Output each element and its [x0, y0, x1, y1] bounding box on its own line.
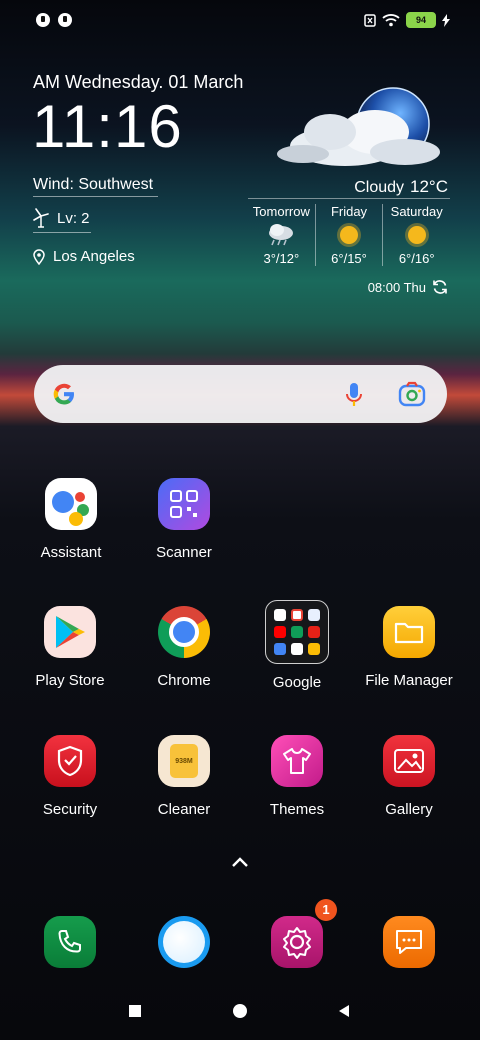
- forecast-day: Saturday 6°/16°: [382, 204, 450, 266]
- location-text: Los Angeles: [53, 248, 135, 265]
- app-notification-icon: [36, 13, 50, 27]
- dock-browser[interactable]: [134, 916, 234, 968]
- qr-scanner-icon: [158, 478, 210, 530]
- mic-icon[interactable]: [344, 381, 364, 409]
- folder-icon: [383, 606, 435, 658]
- app-label: File Manager: [365, 672, 453, 689]
- recents-icon[interactable]: [129, 1005, 141, 1017]
- back-icon[interactable]: [338, 1004, 350, 1018]
- forecast-range: 3°/12°: [263, 251, 300, 266]
- assistant-icon: [45, 478, 97, 530]
- cloudy-weather-icon: [277, 87, 440, 166]
- gallery-icon: [383, 735, 435, 787]
- sun-icon: [407, 226, 426, 244]
- app-assistant[interactable]: Assistant: [21, 478, 121, 561]
- app-file-manager[interactable]: File Manager: [359, 606, 459, 689]
- app-label: Themes: [269, 801, 325, 818]
- forecast-day-label: Tomorrow: [252, 204, 310, 219]
- google-folder-icon: [265, 600, 329, 664]
- wifi-icon: [382, 14, 400, 27]
- cleaner-icon: 938M: [158, 735, 210, 787]
- chrome-icon: [158, 606, 210, 658]
- app-notification-icon: [58, 13, 72, 27]
- google-g-icon: [53, 383, 74, 405]
- app-scanner[interactable]: Scanner: [134, 478, 234, 561]
- current-condition: Cloudy 12°C: [354, 177, 448, 197]
- folder-google[interactable]: Google: [247, 600, 347, 691]
- play-store-icon: [44, 606, 96, 658]
- dock-messages[interactable]: [359, 916, 459, 968]
- notification-badge: 1: [315, 899, 337, 921]
- update-time: 08:00 Thu: [367, 279, 426, 295]
- app-label: Gallery: [385, 801, 433, 818]
- app-drawer-chevron-up-icon[interactable]: [231, 856, 249, 868]
- app-label: Scanner: [156, 544, 212, 561]
- app-play-store[interactable]: Play Store: [20, 606, 120, 689]
- settings-icon: [271, 916, 323, 968]
- app-cleaner[interactable]: 938M Cleaner: [134, 735, 234, 818]
- current-temperature: 12°C: [410, 177, 448, 196]
- date-line: AM Wednesday. 01 March: [33, 72, 244, 92]
- status-bar-left: [36, 13, 72, 27]
- location-pin-icon: [33, 248, 45, 265]
- clock[interactable]: 11:16: [32, 92, 183, 161]
- forecast-range: 6°/15°: [331, 251, 367, 266]
- forecast-range: 6°/16°: [398, 251, 435, 266]
- battery-icon: 94: [406, 12, 436, 28]
- home-icon[interactable]: [233, 1004, 247, 1018]
- battery-level: 94: [415, 15, 426, 25]
- wind-turbine-icon: [33, 208, 49, 228]
- wind-direction: Wind: Southwest: [33, 176, 158, 197]
- sun-icon: [340, 226, 358, 244]
- browser-icon: [158, 916, 210, 968]
- condition-text: Cloudy: [354, 179, 405, 196]
- shield-icon: [44, 735, 96, 787]
- folder-label: Google: [272, 674, 322, 691]
- dock-settings[interactable]: [247, 916, 347, 968]
- forecast: Tomorrow 3°/12° Friday 6°/15° Saturday 6…: [248, 204, 450, 266]
- wind-level: Lv: 2: [33, 208, 91, 233]
- app-label: Play Store: [35, 672, 105, 689]
- app-label: Chrome: [157, 672, 211, 689]
- status-bar-right: 94: [364, 12, 450, 28]
- forecast-day: Tomorrow 3°/12°: [248, 204, 315, 266]
- location[interactable]: Los Angeles: [33, 248, 135, 265]
- app-label: Security: [42, 801, 98, 818]
- rain-cloud-icon: [269, 224, 294, 246]
- app-gallery[interactable]: Gallery: [359, 735, 459, 818]
- app-themes[interactable]: Themes: [247, 735, 347, 818]
- weather-update[interactable]: 08:00 Thu: [368, 279, 448, 295]
- app-label: Cleaner: [157, 801, 211, 818]
- tshirt-icon: [271, 735, 323, 787]
- google-search-bar[interactable]: [34, 365, 447, 423]
- wind-level-text: Lv: 2: [57, 209, 90, 227]
- messages-icon: [383, 916, 435, 968]
- forecast-divider: [248, 198, 450, 199]
- phone-icon: [44, 916, 96, 968]
- cleaner-storage: 938M: [170, 744, 198, 778]
- app-chrome[interactable]: Chrome: [134, 606, 234, 689]
- forecast-day-label: Friday: [330, 204, 368, 219]
- dock-phone[interactable]: [20, 916, 120, 968]
- refresh-icon[interactable]: [432, 279, 448, 295]
- forecast-day: Friday 6°/15°: [314, 204, 383, 266]
- app-security[interactable]: Security: [20, 735, 120, 818]
- lens-icon[interactable]: [398, 381, 426, 407]
- app-label: Assistant: [40, 544, 102, 561]
- forecast-day-label: Saturday: [390, 204, 443, 219]
- sim-icon: [364, 13, 376, 27]
- charging-icon: [442, 13, 450, 27]
